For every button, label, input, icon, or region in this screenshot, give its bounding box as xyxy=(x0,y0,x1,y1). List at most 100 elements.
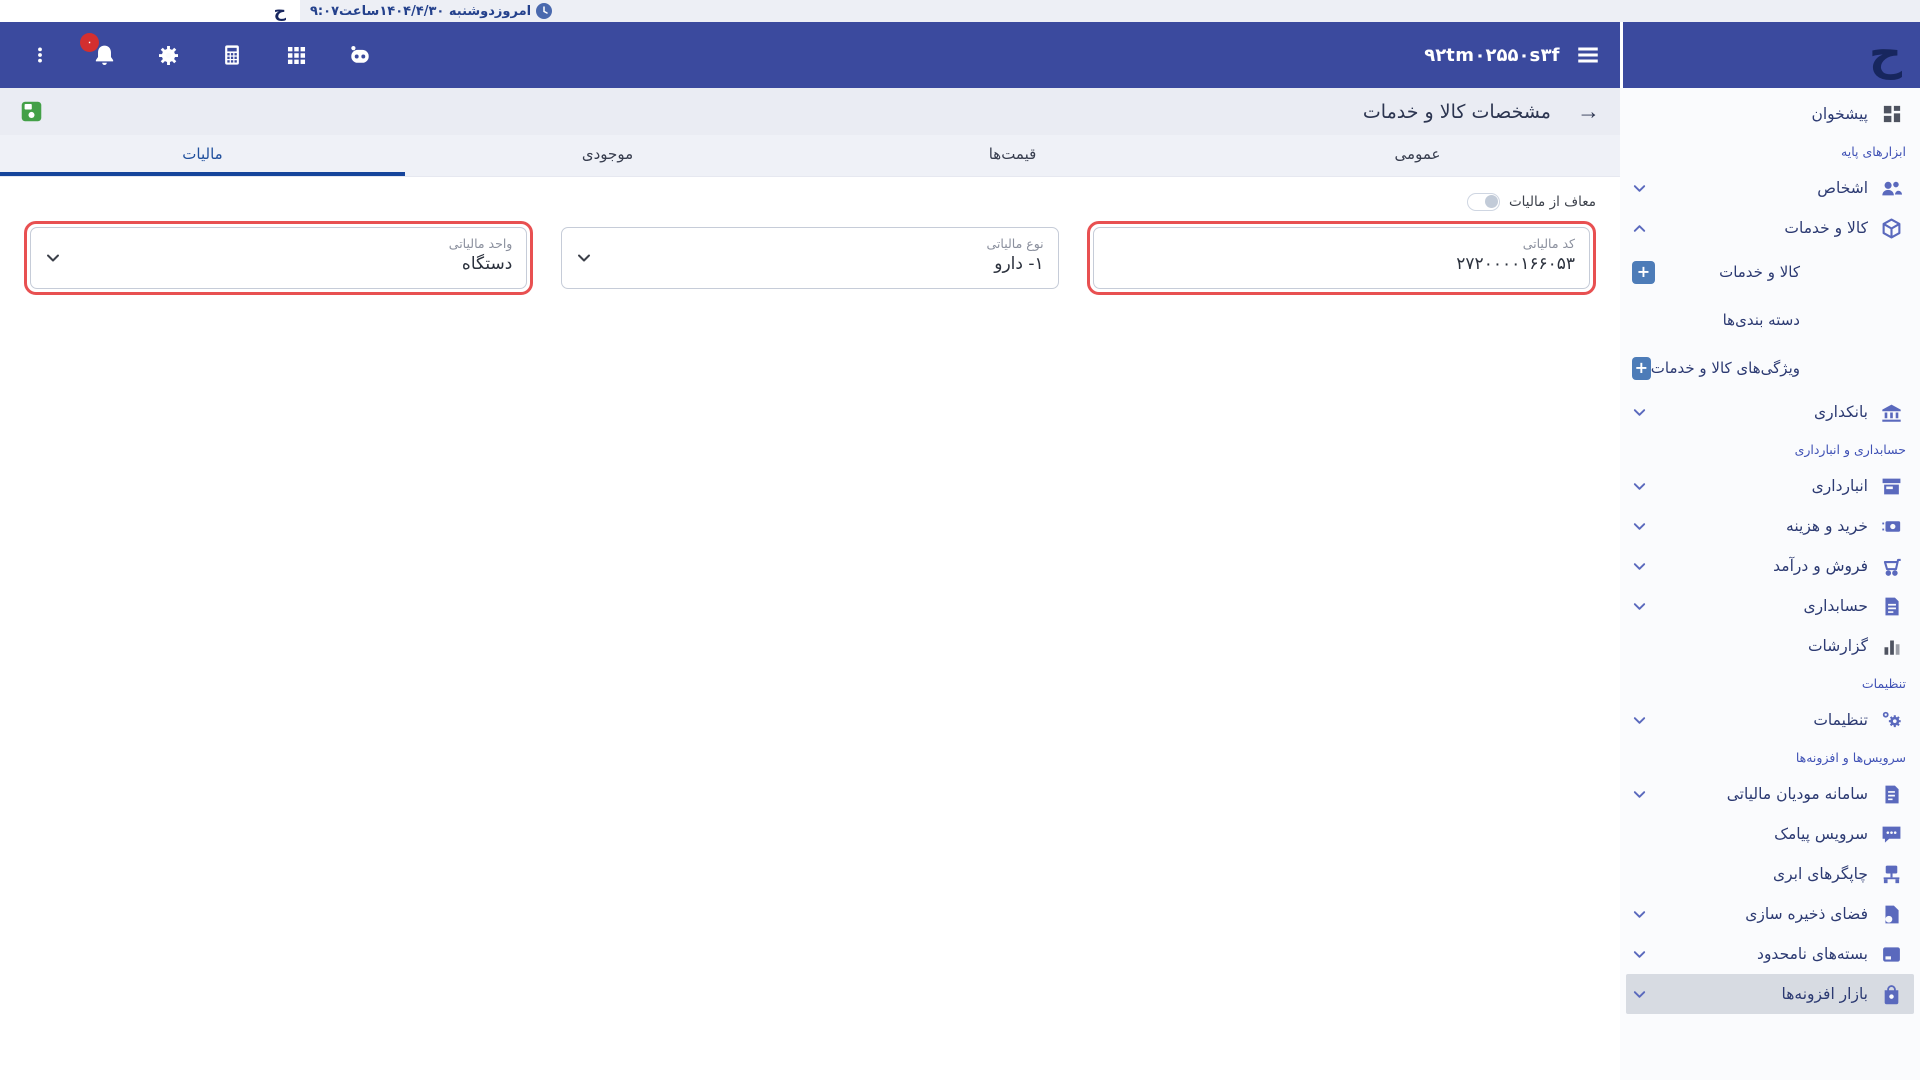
sidebar-item-tax-moadian-system[interactable]: سامانه مودیان مالیاتی xyxy=(1620,774,1920,814)
tax-exempt-toggle[interactable] xyxy=(1467,193,1500,211)
sidebar: پیشخوان ابزارهای پایه اشخاص کالا و خدمات… xyxy=(1620,88,1920,1080)
sidebar-item-persons[interactable]: اشخاص xyxy=(1620,168,1920,208)
tab-general[interactable]: عمومی xyxy=(1215,135,1620,176)
chevron-down-icon xyxy=(1632,787,1647,802)
robot-assistant-icon[interactable] xyxy=(342,37,378,73)
dashboard-icon xyxy=(1881,104,1902,125)
tax-type-value: ۱- دارو xyxy=(576,254,1043,274)
sidebar-item-sales-income[interactable]: فروش و درآمد xyxy=(1620,546,1920,586)
printer-icon xyxy=(1881,864,1902,885)
settings-gear-icon[interactable] xyxy=(150,37,186,73)
gears-icon xyxy=(1881,710,1902,731)
sidebar-subitem-goods-services[interactable]: کالا و خدمات + xyxy=(1620,248,1920,296)
app-window: امروزدوشنبه ۱۴۰۴/۴/۳۰ساعت۹:۰۷ ح ح ۹۲tm۰۲… xyxy=(0,0,1920,1080)
notification-badge: ۰ xyxy=(80,33,99,52)
invoice-icon xyxy=(1881,784,1902,805)
save-button[interactable] xyxy=(18,99,44,125)
tax-type-select[interactable]: نوع مالیاتی ۱- دارو xyxy=(561,227,1058,289)
chevron-down-icon xyxy=(1632,713,1647,728)
chevron-down-icon xyxy=(1632,405,1647,420)
chevron-up-icon xyxy=(1632,221,1647,236)
sidebar-item-purchases-expenses[interactable]: خرید و هزینه xyxy=(1620,506,1920,546)
tax-tab-panel: معاف از مالیات کد مالیاتی ۲۷۲۰۰۰۰۱۶۶۰۵۳ … xyxy=(0,177,1620,1080)
save-icon xyxy=(20,100,43,123)
kebab-menu-icon[interactable] xyxy=(22,37,58,73)
chevron-down-icon xyxy=(45,250,61,266)
tab-prices[interactable]: قیمت‌ها xyxy=(810,135,1215,176)
chevron-down-icon xyxy=(1632,519,1647,534)
sidebar-item-settings[interactable]: تنظیمات xyxy=(1620,700,1920,740)
top-navbar: ۹۲tm۰۲۵۵۰s۳f ۰ xyxy=(0,22,1620,88)
sidebar-item-addons-market[interactable]: بازار افزونه‌ها xyxy=(1626,974,1914,1014)
tax-code-field[interactable]: کد مالیاتی ۲۷۲۰۰۰۰۱۶۶۰۵۳ xyxy=(1093,227,1590,289)
sidebar-brand: ح xyxy=(1620,22,1920,88)
tab-stock[interactable]: موجودی xyxy=(405,135,810,176)
chevron-down-icon xyxy=(1632,559,1647,574)
sidebar-section-accounting-inventory: حسابداری و انبارداری xyxy=(1620,432,1920,466)
sidebar-item-reports[interactable]: گزارشات xyxy=(1620,626,1920,666)
tax-unit-highlight: واحد مالیاتی دستگاه xyxy=(24,221,533,295)
cart-icon xyxy=(1881,556,1902,577)
chevron-down-icon xyxy=(1632,599,1647,614)
tax-code-value: ۲۷۲۰۰۰۰۱۶۶۰۵۳ xyxy=(1108,254,1575,274)
store-icon xyxy=(1881,476,1902,497)
money-icon xyxy=(1881,516,1902,537)
sidebar-item-goods-services[interactable]: کالا و خدمات xyxy=(1620,208,1920,248)
sidebar-item-cloud-printers[interactable]: چاپگرهای ابری xyxy=(1620,854,1920,894)
package-icon xyxy=(1881,944,1902,965)
tax-unit-label: واحد مالیاتی xyxy=(45,236,512,251)
apps-grid-icon[interactable] xyxy=(278,37,314,73)
bank-icon xyxy=(1881,402,1902,423)
chevron-down-icon xyxy=(1632,181,1647,196)
bag-icon xyxy=(1881,984,1902,1005)
tax-unit-value: دستگاه xyxy=(45,254,512,274)
status-strip: امروزدوشنبه ۱۴۰۴/۴/۳۰ساعت۹:۰۷ ح xyxy=(0,0,1920,22)
tax-code-label: کد مالیاتی xyxy=(1108,236,1575,251)
device-code: ۹۲tm۰۲۵۵۰s۳f xyxy=(1424,45,1560,66)
content-area: → مشخصات کالا و خدمات عمومی قیمت‌ها موجو… xyxy=(0,88,1620,1080)
sidebar-subitem-attributes[interactable]: ویژگی‌های کالا و خدمات + xyxy=(1620,344,1920,392)
tax-exempt-label: معاف از مالیات xyxy=(1509,194,1596,210)
add-attribute-button[interactable]: + xyxy=(1632,357,1651,380)
sidebar-subitem-categories[interactable]: دسته بندی‌ها xyxy=(1620,296,1920,344)
chevron-down-icon xyxy=(1632,947,1647,962)
tab-tax[interactable]: مالیات xyxy=(0,135,405,176)
sidebar-item-sms-service[interactable]: سرویس پیامک xyxy=(1620,814,1920,854)
storage-icon xyxy=(1881,904,1902,925)
tax-fields-row: کد مالیاتی ۲۷۲۰۰۰۰۱۶۶۰۵۳ نوع مالیاتی ۱- … xyxy=(24,221,1596,295)
tax-type-wrap: نوع مالیاتی ۱- دارو xyxy=(555,221,1064,295)
today-date: امروزدوشنبه ۱۴۰۴/۴/۳۰ساعت۹:۰۷ xyxy=(310,3,552,19)
sidebar-item-storage-space[interactable]: فضای ذخیره سازی xyxy=(1620,894,1920,934)
hamburger-menu-icon[interactable] xyxy=(1570,37,1606,73)
brand-logo-icon: ح xyxy=(1869,30,1902,76)
date-text: امروزدوشنبه ۱۴۰۴/۴/۳۰ساعت۹:۰۷ xyxy=(310,5,531,18)
toggle-knob xyxy=(1485,195,1498,208)
sidebar-item-accounting[interactable]: حسابداری xyxy=(1620,586,1920,626)
sidebar-item-unlimited-packages[interactable]: بسته‌های نامحدود xyxy=(1620,934,1920,974)
tax-code-highlight: کد مالیاتی ۲۷۲۰۰۰۰۱۶۶۰۵۳ xyxy=(1087,221,1596,295)
cube-icon xyxy=(1881,218,1902,239)
add-goods-button[interactable]: + xyxy=(1632,261,1655,284)
sidebar-section-basic-tools: ابزارهای پایه xyxy=(1620,134,1920,168)
header-row: ح ۹۲tm۰۲۵۵۰s۳f ۰ xyxy=(0,22,1920,88)
sidebar-item-dashboard[interactable]: پیشخوان xyxy=(1620,94,1920,134)
sidebar-item-banking[interactable]: بانکداری xyxy=(1620,392,1920,432)
tab-bar: عمومی قیمت‌ها موجودی مالیات xyxy=(0,135,1620,177)
chevron-down-icon xyxy=(1632,479,1647,494)
sidebar-section-services-addons: سرویس‌ها و افزونه‌ها xyxy=(1620,740,1920,774)
sms-icon xyxy=(1881,824,1902,845)
ledger-icon xyxy=(1881,596,1902,617)
chevron-down-icon xyxy=(1632,987,1647,1002)
sidebar-item-warehousing[interactable]: انبارداری xyxy=(1620,466,1920,506)
chart-icon xyxy=(1881,636,1902,657)
notifications-bell-icon[interactable]: ۰ xyxy=(86,37,122,73)
clock-icon xyxy=(536,3,552,19)
page-title: مشخصات کالا و خدمات xyxy=(1363,101,1551,123)
brand-logo-small: ح xyxy=(274,4,286,21)
sidebar-section-settings: تنظیمات xyxy=(1620,666,1920,700)
people-icon xyxy=(1881,178,1902,199)
tax-exempt-row: معاف از مالیات xyxy=(24,193,1596,211)
calculator-icon[interactable] xyxy=(214,37,250,73)
back-arrow-icon[interactable]: → xyxy=(1575,100,1602,123)
tax-unit-select[interactable]: واحد مالیاتی دستگاه xyxy=(30,227,527,289)
